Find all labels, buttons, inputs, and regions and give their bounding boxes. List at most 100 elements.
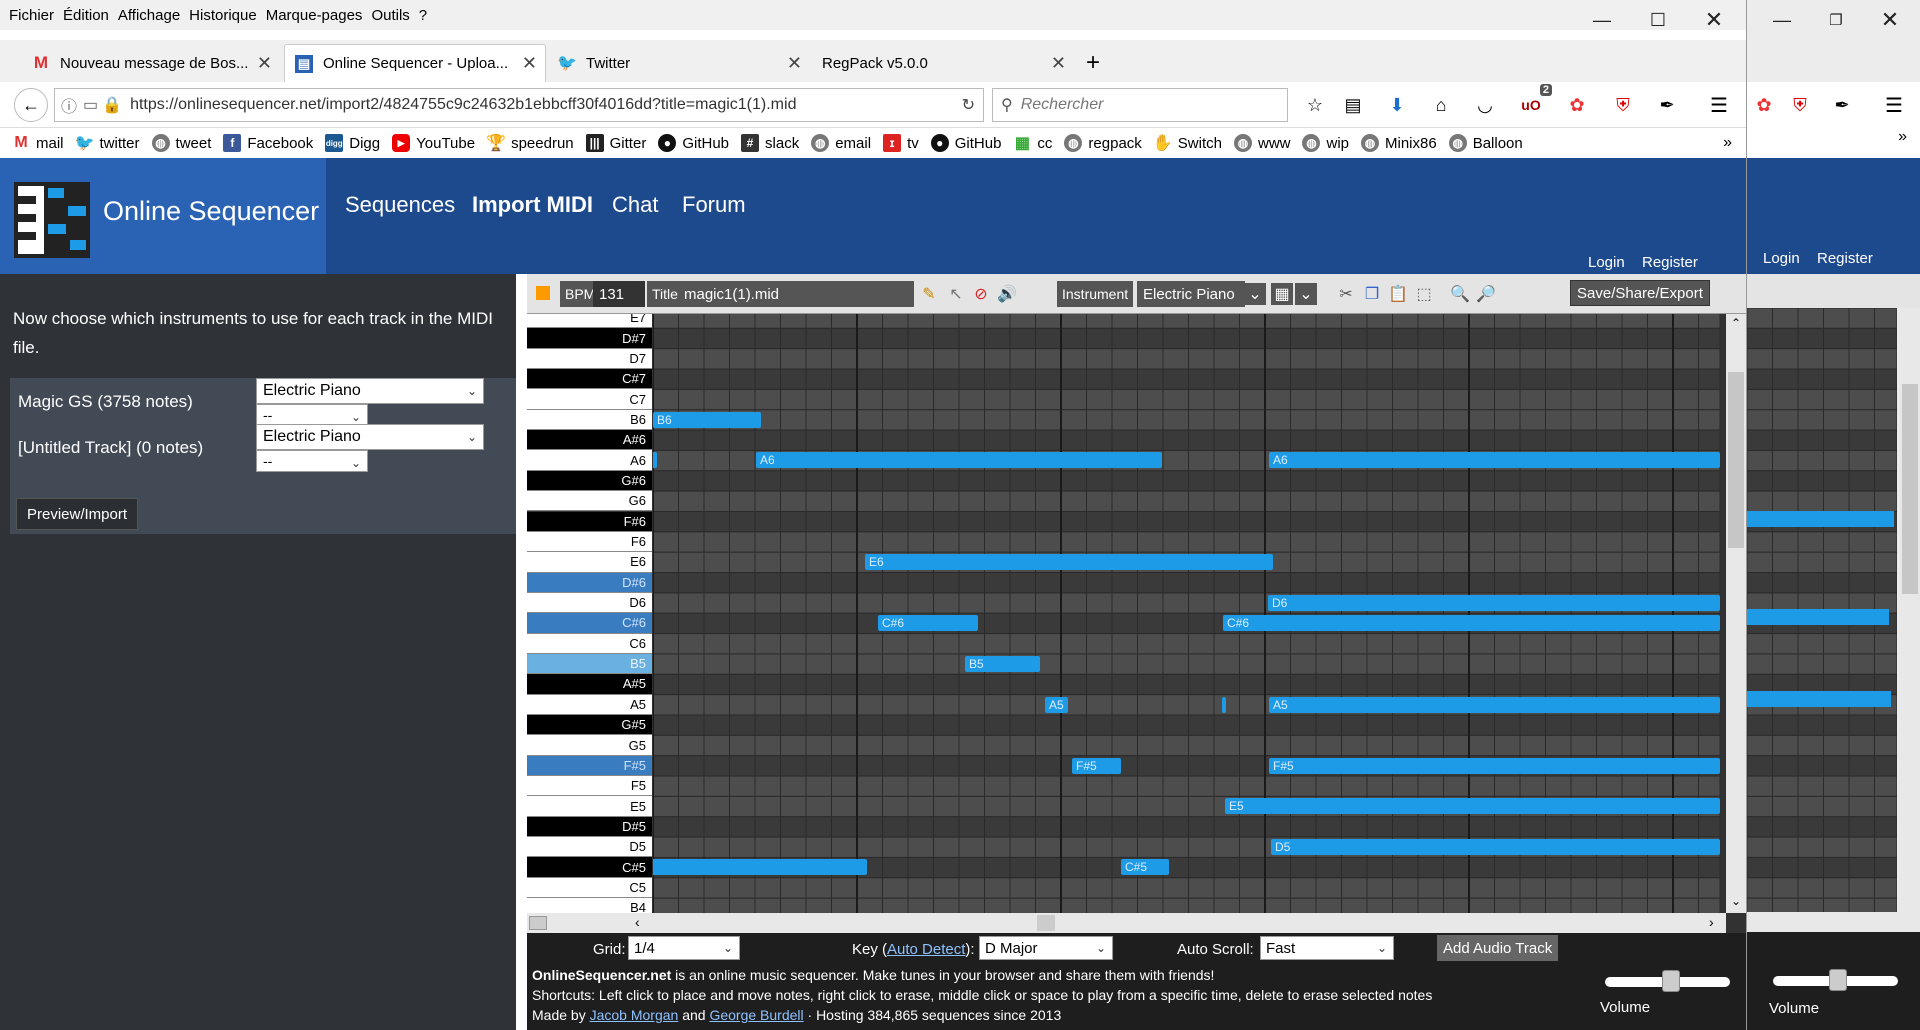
minimize-icon[interactable]: — <box>1574 0 1630 40</box>
ublock-icon[interactable]: uO 2 <box>1518 84 1552 118</box>
note-block[interactable]: E6 <box>865 554 1273 571</box>
piano-key-cs7[interactable]: C#7 <box>527 369 652 390</box>
restore-icon[interactable]: ❐ <box>1811 0 1861 40</box>
menu-edition[interactable]: Édition <box>63 7 109 24</box>
piano-key-a5[interactable]: A5 <box>527 694 652 715</box>
piano-key-fs6[interactable]: F#6 <box>527 511 652 532</box>
hamburger-menu-icon[interactable]: ☰ <box>1706 92 1732 118</box>
tab-regpack[interactable]: RegPack v5.0.0 ✕ <box>812 44 1074 82</box>
piano-key-as6[interactable]: A#6 <box>527 430 652 451</box>
volume-slider-knob[interactable] <box>1662 970 1680 992</box>
bookmark-cc[interactable]: ▦ cc <box>1013 134 1053 153</box>
note-block[interactable]: D6 <box>1268 594 1720 611</box>
bookmark-gitter[interactable]: ||| Gitter <box>585 134 646 152</box>
add-audio-track-button[interactable]: Add Audio Track <box>1437 935 1559 961</box>
save-share-export-button[interactable]: Save/Share/Export <box>1570 280 1710 306</box>
piano-key-f5[interactable]: F5 <box>527 776 652 797</box>
piano-key-g5[interactable]: G5 <box>527 735 652 756</box>
piano-key-b4[interactable]: B4 <box>527 898 652 913</box>
piano-key-b5[interactable]: B5 <box>527 653 652 675</box>
note-block[interactable]: C#6 <box>1223 615 1720 632</box>
nav-chat[interactable]: Chat <box>612 192 658 218</box>
piano-key-d5[interactable]: D5 <box>527 837 652 858</box>
menu-affichage[interactable]: Affichage <box>118 7 180 24</box>
bookmark-balloon[interactable]: ◍ Balloon <box>1448 134 1523 152</box>
vertical-scrollbar[interactable]: ⌃ ⌄ <box>1726 314 1746 913</box>
author-link[interactable]: Jacob Morgan <box>590 1007 679 1023</box>
eyedropper-icon[interactable]: ✒ <box>1654 92 1680 118</box>
vertical-scrollbar[interactable] <box>1899 308 1920 912</box>
note-block[interactable]: B5 <box>965 655 1040 672</box>
colorful-extension-icon[interactable]: ✿ <box>1751 92 1777 118</box>
note-block[interactable]: B6 <box>653 411 761 428</box>
piano-key-gs6[interactable]: G#6 <box>527 470 652 492</box>
bookmark-facebook[interactable]: f Facebook <box>223 134 313 152</box>
menu-historique[interactable]: Historique <box>189 7 257 24</box>
reading-list-icon[interactable]: ▤ <box>1340 92 1366 118</box>
register-link[interactable]: Register <box>1817 250 1873 267</box>
instrument-dropdown-icon[interactable]: ⌄ <box>1244 283 1266 305</box>
piano-key-d7[interactable]: D7 <box>527 348 652 370</box>
piano-key-cs6[interactable]: C#6 <box>527 613 652 634</box>
note-block[interactable]: A6 <box>1269 452 1720 469</box>
note-block[interactable]: F#5 <box>1072 757 1121 774</box>
register-link[interactable]: Register <box>1642 254 1698 271</box>
bookmark-github[interactable]: ● GitHub <box>658 134 729 152</box>
bookmark-youtube[interactable]: ▶ YouTube <box>392 134 475 152</box>
pocket-icon[interactable]: ◡ <box>1472 92 1498 118</box>
piano-key-cs5[interactable]: C#5 <box>527 857 652 878</box>
instrument-select[interactable]: Electric Piano ⌄ <box>256 424 484 450</box>
hamburger-menu-icon[interactable]: ☰ <box>1881 92 1907 118</box>
scroll-up-icon[interactable]: ⌃ <box>1731 316 1741 330</box>
piano-key-e5[interactable]: E5 <box>527 796 652 817</box>
menu-help[interactable]: ? <box>419 7 427 24</box>
piano-key-ds6[interactable]: D#6 <box>527 572 652 593</box>
bpm-input[interactable]: 131 <box>593 281 645 307</box>
bookmark-mail[interactable]: Mmail <box>12 134 63 152</box>
autoscroll-select[interactable]: Fast ⌄ <box>1260 936 1394 960</box>
instrument-select[interactable]: Electric Piano ⌄ <box>256 378 484 404</box>
piano-key-c7[interactable]: C7 <box>527 389 652 410</box>
new-tab-icon[interactable]: + <box>1080 44 1110 82</box>
tab-twitter[interactable]: 🐦 Twitter ✕ <box>548 44 810 82</box>
chevron-down-icon[interactable]: ⌄ <box>1295 283 1317 305</box>
note-block[interactable] <box>1222 696 1226 713</box>
piano-key-gs5[interactable]: G#5 <box>527 715 652 736</box>
grid-options-icon[interactable]: ▦ <box>1271 283 1293 305</box>
horizontal-scrollbar[interactable] <box>1747 912 1920 932</box>
note-block[interactable]: F#5 <box>1269 757 1720 774</box>
close-tab-icon[interactable]: ✕ <box>787 53 802 74</box>
preview-import-button[interactable]: Preview/Import <box>16 498 138 530</box>
pencil-icon[interactable]: ✎ <box>918 283 940 305</box>
sub-instrument-select[interactable]: -- ⌄ <box>256 450 368 472</box>
bookmarks-overflow-icon[interactable]: » <box>1723 134 1732 152</box>
speaker-icon[interactable]: 🔊 <box>996 283 1018 305</box>
bookmark-tweet[interactable]: ◍ tweet <box>151 134 211 152</box>
shield-icon[interactable]: ⛨ <box>1610 92 1636 118</box>
close-tab-icon[interactable]: ✕ <box>522 53 537 74</box>
bookmark-tv[interactable]: ɪ tv <box>883 134 919 152</box>
scrollbar-thumb[interactable] <box>1902 384 1918 594</box>
nav-sequences[interactable]: Sequences <box>345 192 455 218</box>
bookmark-www[interactable]: ◍ www <box>1233 134 1290 152</box>
author-link[interactable]: George Burdell <box>709 1007 803 1023</box>
select-icon[interactable]: ⬚ <box>1413 283 1435 305</box>
paste-icon[interactable]: 📋 <box>1387 283 1409 305</box>
scrollbar-thumb[interactable] <box>1037 915 1055 931</box>
piano-key-e6[interactable]: E6 <box>527 552 652 573</box>
close-tab-icon[interactable]: ✕ <box>1051 53 1066 74</box>
bookmark-twitter[interactable]: 🐦 twitter <box>75 134 140 153</box>
bookmarks-overflow-icon[interactable]: » <box>1747 128 1920 158</box>
login-link[interactable]: Login <box>1588 254 1625 271</box>
note-block[interactable]: C#5 <box>1121 859 1169 876</box>
piano-key-fs5[interactable]: F#5 <box>527 755 652 777</box>
colorful-extension-icon[interactable]: ✿ <box>1564 92 1590 118</box>
close-icon[interactable]: ✕ <box>1865 0 1915 40</box>
note-block[interactable]: A5 <box>1269 696 1720 713</box>
tab-gmail[interactable]: M Nouveau message de Bos... ✕ <box>22 44 280 82</box>
stop-icon[interactable] <box>536 286 550 300</box>
grid-select[interactable]: 1/4 ⌄ <box>628 936 740 960</box>
bookmark-email[interactable]: ◍ email <box>811 134 871 152</box>
login-link[interactable]: Login <box>1763 250 1800 267</box>
note-block[interactable] <box>653 452 657 469</box>
